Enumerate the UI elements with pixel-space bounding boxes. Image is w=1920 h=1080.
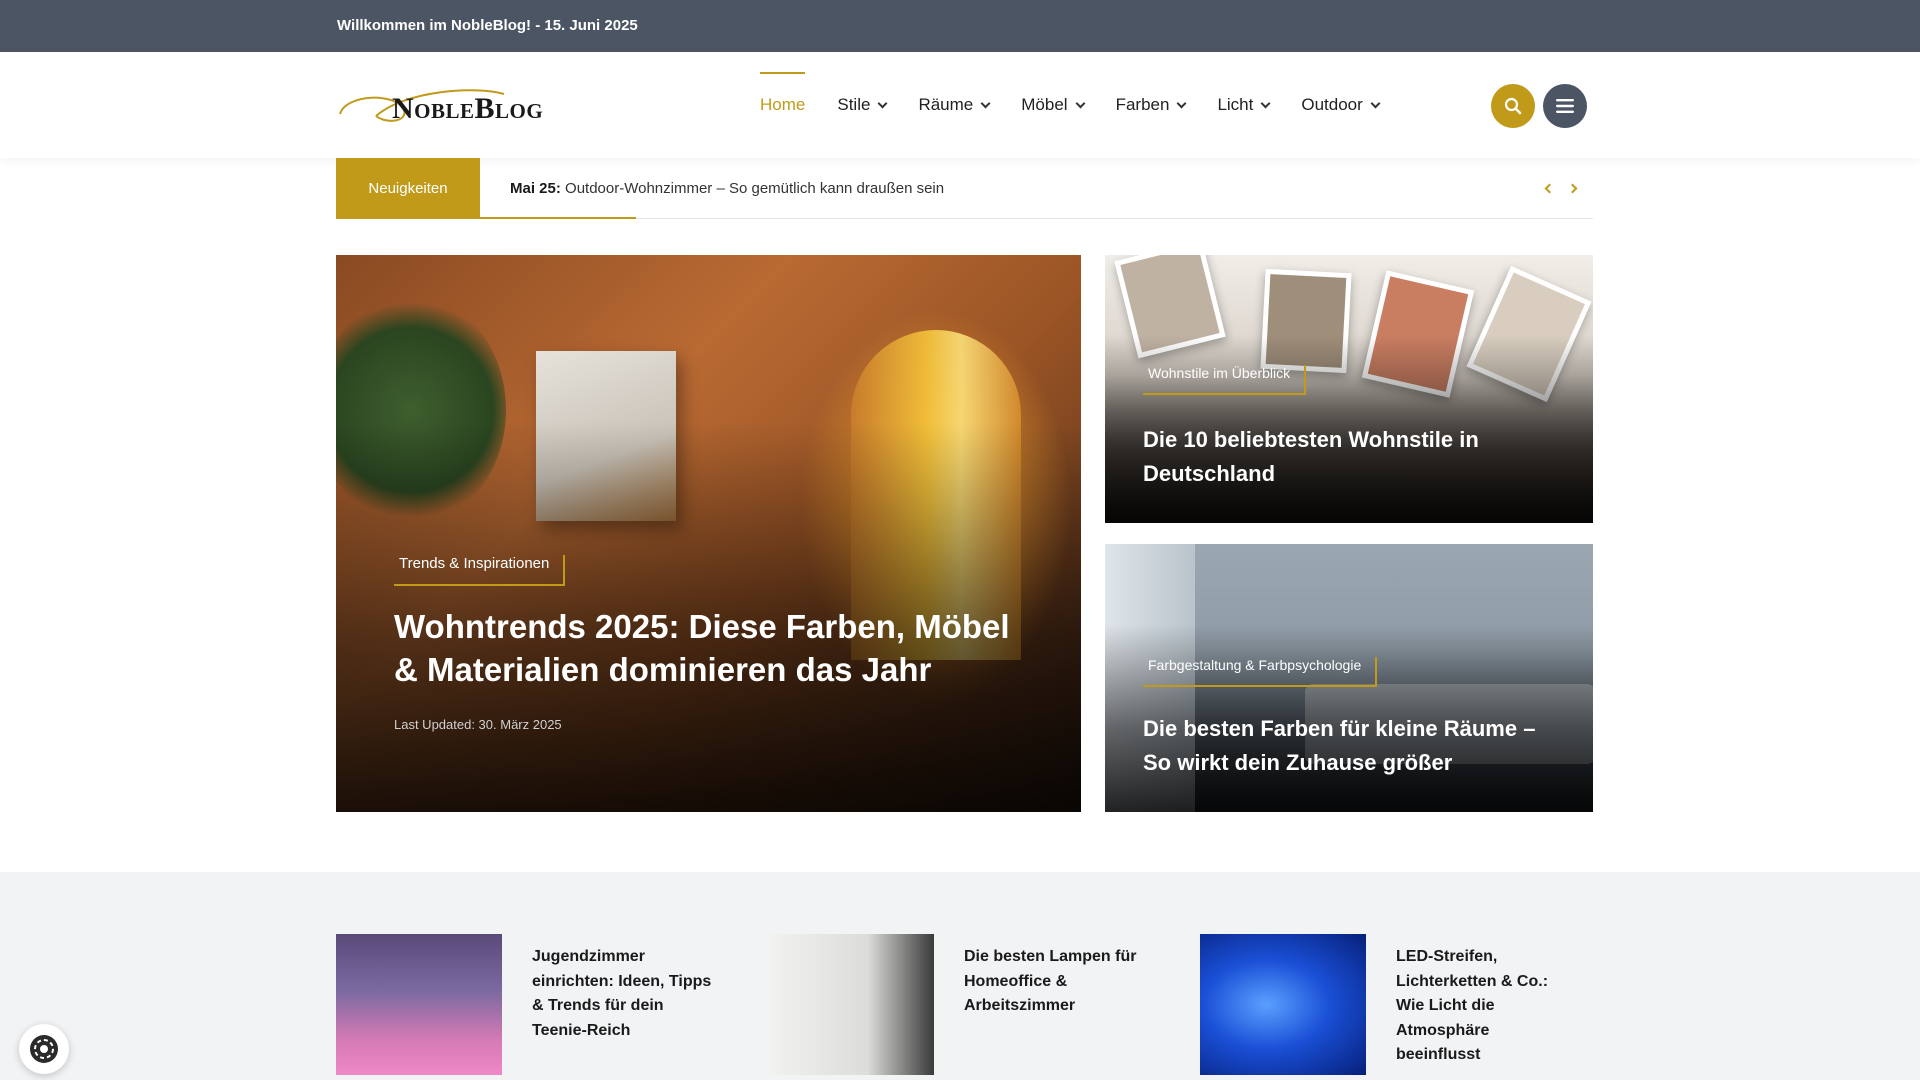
chevron-right-icon — [1567, 183, 1578, 193]
card-meta: Last Updated: 30. März 2025 — [394, 717, 562, 732]
nav-raeume[interactable]: Räume — [902, 52, 1005, 158]
chevron-left-icon — [1544, 183, 1555, 193]
chevron-down-icon — [1370, 98, 1381, 108]
news-ticker: Neuigkeiten Mai 25: Outdoor-Wohnzimmer –… — [336, 158, 1593, 219]
card-title[interactable]: Wohntrends 2025: Diese Farben, Möbel & M… — [394, 605, 1034, 691]
top-bar: Willkommen im NobleBlog! - 15. Juni 2025 — [0, 0, 1920, 52]
search-button[interactable] — [1491, 84, 1535, 128]
post-thumbnail[interactable] — [768, 934, 934, 1075]
featured-main-card[interactable]: Trends & Inspirationen Wohntrends 2025: … — [336, 255, 1081, 812]
category-tag[interactable]: Farbgestaltung & Farbpsychologie — [1143, 657, 1378, 687]
search-icon — [1504, 97, 1522, 115]
nav-outdoor[interactable]: Outdoor — [1285, 52, 1394, 158]
chevron-down-icon — [980, 98, 991, 108]
ticker-prev-button[interactable] — [1539, 179, 1557, 197]
card-title[interactable]: Die 10 beliebtesten Wohnstile in Deutsch… — [1143, 423, 1563, 491]
welcome-text: Willkommen im NobleBlog! - 15. Juni 2025 — [337, 17, 638, 34]
logo-text: NobleBlog — [392, 92, 544, 125]
ticker-date: Mai 25: — [510, 180, 561, 197]
post-title[interactable]: Die besten Lampen für Homeoffice & Arbei… — [964, 945, 1144, 1075]
ticker-label: Neuigkeiten — [336, 158, 480, 219]
chevron-down-icon — [1075, 98, 1086, 108]
chevron-down-icon — [877, 98, 888, 108]
nav-farben[interactable]: Farben — [1100, 52, 1202, 158]
post-title[interactable]: Jugendzimmer einrichten: Ideen, Tipps & … — [532, 945, 712, 1075]
post-title[interactable]: LED-Streifen, Lichterketten & Co.: Wie L… — [1396, 945, 1576, 1075]
featured-side-card-1[interactable]: Wohnstile im Überblick Die 10 beliebtest… — [1105, 255, 1593, 523]
nav-licht[interactable]: Licht — [1201, 52, 1285, 158]
cookie-settings-button[interactable] — [19, 1024, 69, 1074]
ticker-headline-link[interactable]: Mai 25: Outdoor-Wohnzimmer – So gemütlic… — [510, 180, 944, 197]
site-header: NobleBlog Home Stile Räume Möbel Farben … — [0, 52, 1920, 158]
chevron-down-icon — [1260, 98, 1271, 108]
hamburger-menu-icon — [1556, 99, 1574, 113]
mini-post-1[interactable]: Jugendzimmer einrichten: Ideen, Tipps & … — [336, 934, 712, 1075]
mini-post-2[interactable]: Die besten Lampen für Homeoffice & Arbei… — [768, 934, 1144, 1075]
site-logo[interactable]: NobleBlog — [336, 80, 556, 130]
chevron-down-icon — [1176, 98, 1187, 108]
post-thumbnail[interactable] — [336, 934, 502, 1075]
ticker-headline: Outdoor-Wohnzimmer – So gemütlich kann d… — [565, 180, 945, 197]
main-nav: Home Stile Räume Möbel Farben Licht Outd… — [744, 52, 1395, 158]
post-thumbnail[interactable] — [1200, 934, 1366, 1075]
category-tag[interactable]: Wohnstile im Überblick — [1143, 365, 1307, 395]
featured-side-card-2[interactable]: Farbgestaltung & Farbpsychologie Die bes… — [1105, 544, 1593, 812]
card-title[interactable]: Die besten Farben für kleine Räume – So … — [1143, 712, 1563, 780]
menu-button[interactable] — [1543, 84, 1587, 128]
nav-stile[interactable]: Stile — [821, 52, 902, 158]
nav-home[interactable]: Home — [744, 52, 821, 158]
category-tag[interactable]: Trends & Inspirationen — [394, 555, 566, 586]
ticker-next-button[interactable] — [1565, 179, 1583, 197]
nav-moebel[interactable]: Möbel — [1005, 52, 1099, 158]
mini-post-3[interactable]: LED-Streifen, Lichterketten & Co.: Wie L… — [1200, 934, 1576, 1075]
cookie-icon — [30, 1035, 58, 1063]
ticker-progress-bar — [480, 217, 636, 219]
